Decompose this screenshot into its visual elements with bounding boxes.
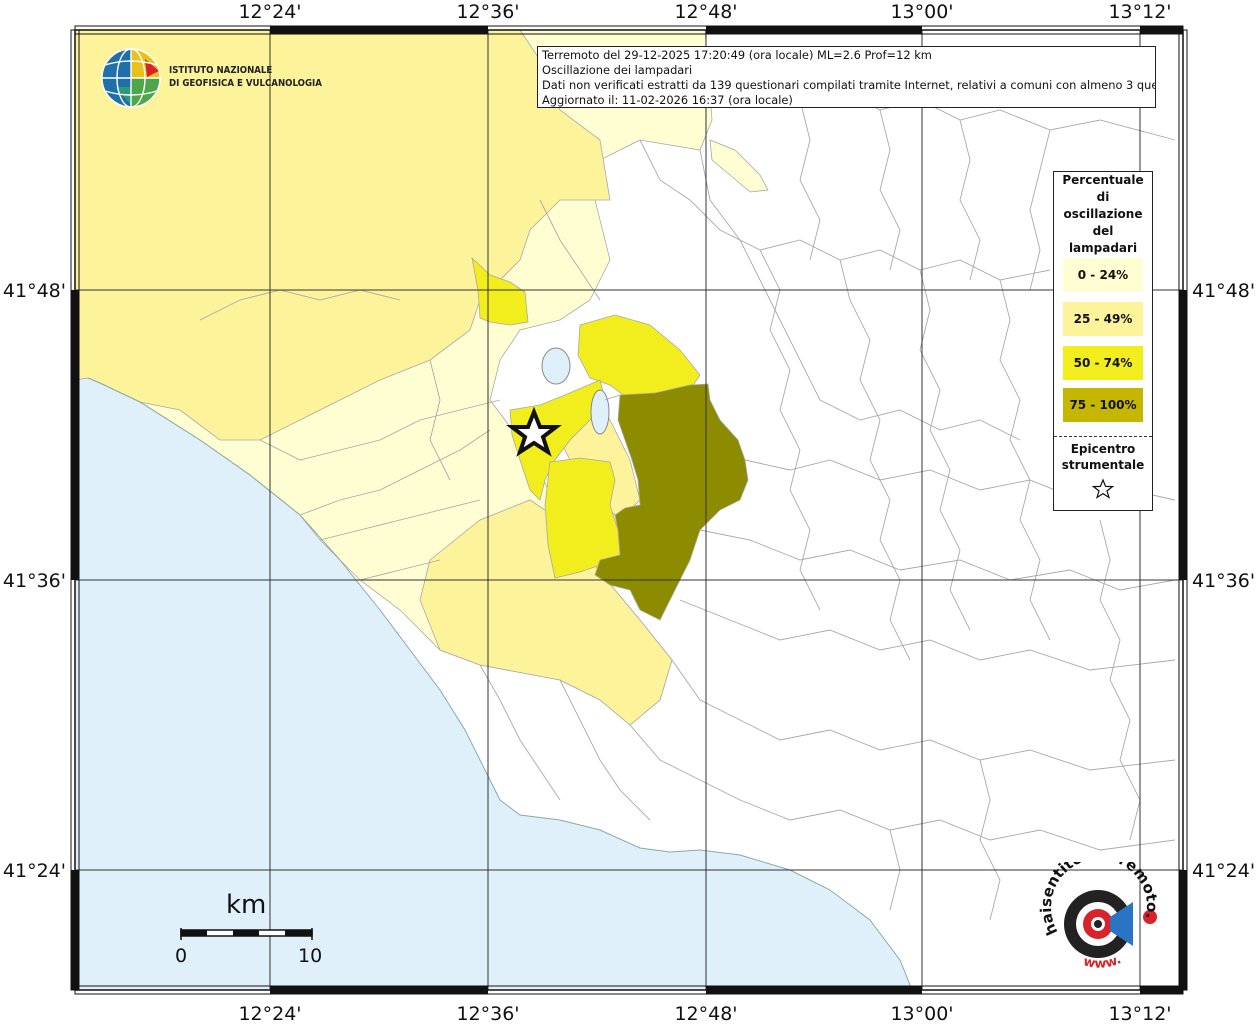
- event-info-line3: Dati non verificati estratti da 139 ques…: [542, 78, 1156, 92]
- legend-class-25-49: 25 - 49%: [1063, 302, 1143, 336]
- lat-label-left-2: 41°36': [3, 570, 66, 592]
- haisentito-logo: haisentitoilterremoto.it www.: [1034, 845, 1168, 982]
- legend-epicenter-line2: strumentale: [1061, 458, 1145, 472]
- legend-class-75-100: 75 - 100%: [1063, 388, 1143, 422]
- scale-bar-graphic: [180, 928, 313, 940]
- lat-label-right-2: 41°36': [1192, 570, 1255, 592]
- lat-label-left-1: 41°48': [3, 280, 66, 302]
- event-info-line4: Aggiornato il: 11-02-2026 16:37 (ora loc…: [542, 93, 793, 107]
- legend-epicenter-line1: Epicentro: [1070, 442, 1136, 456]
- ingv-logo-line1: ISTITUTO NAZIONALE: [169, 65, 273, 76]
- ingv-logo-line2: DI GEOFISICA E VULCANOLOGIA: [169, 78, 322, 89]
- legend-title-line1: Percentuale: [1062, 173, 1144, 187]
- lon-label-top-1: 12°24': [238, 1, 301, 23]
- scale-min-label: 0: [175, 945, 188, 967]
- lat-label-right-3: 41°24': [1192, 860, 1255, 882]
- haisentito-logo-graphic: haisentitoilterremoto.it www.: [1034, 845, 1161, 972]
- lat-label-right-1: 41°48': [1192, 280, 1255, 302]
- scale-max-label: 10: [298, 945, 323, 967]
- lon-label-bottom-4: 13°00': [890, 1003, 953, 1024]
- event-info-line2: Oscillazione dei lampadari: [542, 63, 693, 77]
- legend-title-line5: lampadari: [1068, 241, 1138, 255]
- ingv-globe-icon: [101, 48, 161, 108]
- scale-unit: km: [226, 890, 267, 920]
- lon-label-top-5: 13°12': [1108, 1, 1171, 23]
- lake-nemi: [590, 389, 610, 435]
- event-info-box: Terremoto del 29-12-2025 17:20:49 (ora l…: [537, 46, 1156, 108]
- scale-bar: km 0 10: [170, 890, 340, 970]
- legend-separator: [1054, 436, 1152, 437]
- legend-title-line4: del: [1092, 224, 1114, 238]
- legend-class-0-24: 0 - 24%: [1063, 258, 1143, 292]
- lon-label-bottom-2: 12°36': [456, 1003, 519, 1024]
- lat-label-left-3: 41°24': [3, 860, 66, 882]
- ingv-logo-text: ISTITUTO NAZIONALE DI GEOFISICA E VULCAN…: [169, 64, 322, 90]
- legend-epicenter-label: Epicentro strumentale: [1054, 441, 1152, 473]
- lon-label-top-3: 12°48': [674, 1, 737, 23]
- lon-label-bottom-5: 13°12': [1108, 1003, 1171, 1024]
- lon-label-top-4: 13°00': [890, 1, 953, 23]
- legend-star-icon: [1092, 478, 1114, 499]
- legend-class-50-74: 50 - 74%: [1063, 346, 1143, 380]
- legend-title-line3: oscillazione: [1063, 207, 1143, 221]
- legend-title-line2: di: [1096, 190, 1110, 204]
- legend-title: Percentuale di oscillazione del lampadar…: [1054, 172, 1152, 257]
- lon-label-bottom-1: 12°24': [238, 1003, 301, 1024]
- event-info-line1: Terremoto del 29-12-2025 17:20:49 (ora l…: [542, 48, 932, 62]
- legend: Percentuale di oscillazione del lampadar…: [1053, 171, 1153, 511]
- lon-label-bottom-3: 12°48': [674, 1003, 737, 1024]
- lake-albano: [541, 347, 571, 385]
- lon-label-top-2: 12°36': [456, 1, 519, 23]
